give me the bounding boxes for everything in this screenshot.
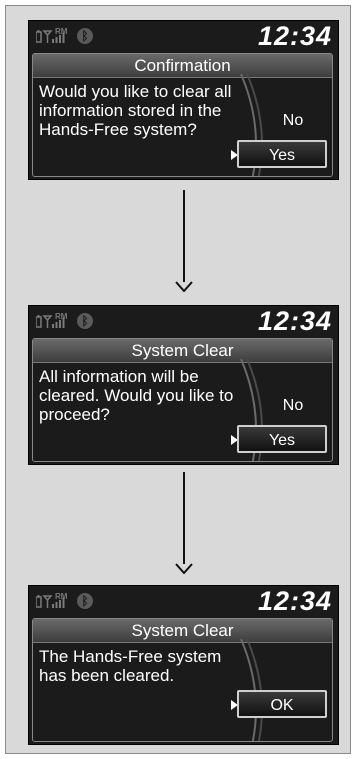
roaming-indicator: RM [55, 592, 68, 601]
arrow-down-icon [175, 281, 193, 292]
clock: 12:34 [257, 21, 332, 51]
yes-button[interactable]: Yes [237, 425, 327, 453]
no-button[interactable]: No [248, 110, 332, 132]
roaming-indicator: RM [55, 312, 68, 321]
display-screen-confirmation: RM ᛒ 12:34 Confirmation Would you like t… [28, 20, 339, 180]
display-screen-system-cleared: RM ᛒ 12:34 System Clear The Hands-Free s… [28, 585, 339, 745]
signal-icon: RM [36, 592, 68, 608]
bluetooth-icon: ᛒ [77, 593, 93, 609]
flow-arrow [183, 472, 185, 564]
clock: 12:34 [257, 586, 332, 616]
status-bar: RM ᛒ 12:34 [29, 306, 338, 336]
confirmation-dialog: Confirmation Would you like to clear all… [32, 53, 333, 177]
arrow-down-icon [175, 563, 193, 574]
display-screen-system-clear-confirm: RM ᛒ 12:34 System Clear All information … [28, 305, 339, 465]
signal-icon: RM [36, 312, 68, 328]
system-cleared-dialog: System Clear The Hands-Free system has b… [32, 618, 333, 742]
bluetooth-icon: ᛒ [77, 313, 93, 329]
flow-arrow [183, 190, 185, 282]
system-clear-dialog: System Clear All information will be cle… [32, 338, 333, 462]
status-bar: RM ᛒ 12:34 [29, 21, 338, 51]
clock: 12:34 [257, 306, 332, 336]
signal-icon: RM [36, 27, 68, 43]
status-bar: RM ᛒ 12:34 [29, 586, 338, 616]
bluetooth-icon: ᛒ [77, 28, 93, 44]
dialog-message: The Hands-Free system has been cleared. [39, 647, 222, 685]
dialog-message: All information will be cleared. Would y… [39, 367, 234, 424]
dialog-message: Would you like to clear all information … [39, 82, 232, 139]
no-button[interactable]: No [248, 395, 332, 417]
roaming-indicator: RM [55, 27, 68, 36]
yes-button[interactable]: Yes [237, 140, 327, 168]
ok-button[interactable]: OK [237, 690, 327, 718]
